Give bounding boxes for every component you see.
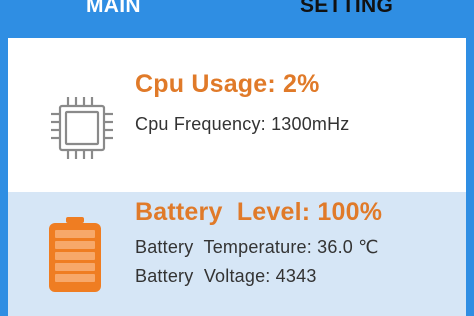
frame-border-left bbox=[0, 38, 8, 316]
cpu-card: Cpu Usage: 2% Cpu Frequency: 1300mHz bbox=[8, 38, 466, 192]
cpu-frequency-text: Cpu Frequency: 1300mHz bbox=[135, 114, 350, 134]
cpu-usage-text: Cpu Usage: 2% bbox=[135, 70, 320, 98]
tab-main[interactable]: MAIN bbox=[86, 0, 141, 33]
battery-icon bbox=[49, 217, 101, 292]
tab-setting[interactable]: SETTING bbox=[300, 0, 393, 33]
battery-temperature-text: Battery Temperature: 36.0 ℃ bbox=[135, 237, 379, 257]
cpu-chip-icon bbox=[51, 97, 113, 159]
tab-bar: MAIN SETTING bbox=[0, 0, 474, 38]
frame-border-right bbox=[466, 38, 474, 316]
battery-card: Battery Level: 100% Battery Temperature:… bbox=[8, 192, 466, 316]
battery-level-text: Battery Level: 100% bbox=[135, 198, 383, 226]
battery-voltage-text: Battery Voltage: 4343 bbox=[135, 266, 317, 286]
